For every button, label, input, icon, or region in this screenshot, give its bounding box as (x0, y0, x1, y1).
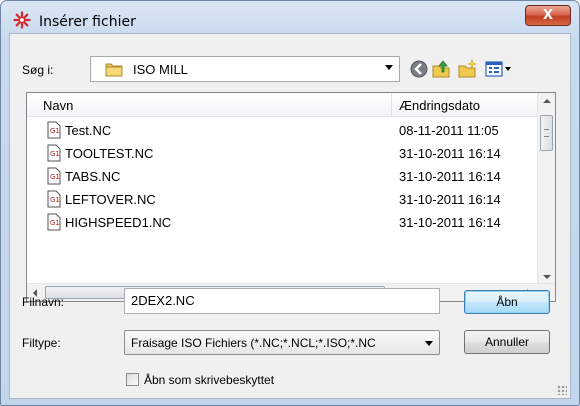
vertical-scroll-thumb[interactable] (540, 115, 553, 151)
title-bar[interactable]: Insérer fichier X (1, 1, 579, 33)
file-name: Test.NC (65, 123, 112, 138)
look-in-value: ISO MILL (133, 62, 188, 77)
file-name: HIGHSPEED1.NC (65, 215, 172, 230)
file-row[interactable]: G1 TOOLTEST.NC 31-10-2011 16:14 (27, 142, 537, 164)
svg-text:G1: G1 (50, 127, 60, 135)
vertical-scrollbar[interactable] (537, 93, 555, 285)
file-date: 31-10-2011 16:14 (399, 215, 501, 230)
column-divider[interactable] (391, 93, 392, 117)
resize-grip-icon[interactable] (557, 385, 567, 395)
nc-file-icon: G1 (47, 144, 61, 162)
file-row[interactable]: G1 TABS.NC 31-10-2011 16:14 (27, 165, 537, 187)
chevron-down-icon (425, 341, 433, 346)
nc-file-icon: G1 (47, 167, 61, 185)
file-date: 31-10-2011 16:14 (399, 192, 501, 207)
window-title: Insérer fichier (39, 14, 136, 30)
column-header-row: Navn Ændringsdato (27, 93, 537, 117)
nc-file-icon: G1 (47, 190, 61, 208)
chevron-down-icon (385, 65, 393, 70)
file-name: LEFTOVER.NC (65, 192, 156, 207)
filetype-label: Filtype: (22, 336, 61, 350)
column-header-name[interactable]: Navn (43, 98, 73, 113)
svg-text:G1: G1 (50, 196, 60, 204)
scroll-up-icon[interactable] (543, 99, 551, 103)
column-header-date[interactable]: Ændringsdato (399, 98, 480, 113)
file-date: 31-10-2011 16:14 (399, 169, 501, 184)
back-icon[interactable] (408, 58, 430, 80)
file-row[interactable]: G1 LEFTOVER.NC 31-10-2011 16:14 (27, 188, 537, 210)
folder-icon (105, 61, 123, 77)
file-name: TOOLTEST.NC (65, 146, 154, 161)
readonly-checkbox[interactable] (126, 373, 139, 386)
file-date: 31-10-2011 16:14 (399, 146, 501, 161)
up-folder-icon[interactable] (430, 58, 452, 80)
look-in-dropdown[interactable]: ISO MILL (90, 56, 400, 82)
close-button[interactable]: X (525, 5, 571, 26)
file-date: 08-11-2011 11:05 (399, 123, 499, 138)
cancel-button[interactable]: Annuller (464, 330, 550, 354)
file-list: Navn Ændringsdato G1 Test.NC 08-11-2011 … (26, 92, 556, 302)
filename-label: Filnavn: (22, 295, 65, 309)
filetype-value: Fraisage ISO Fichiers (*.NC;*.NCL;*.ISO;… (131, 336, 376, 350)
scroll-down-icon[interactable] (543, 275, 551, 279)
nc-file-icon: G1 (47, 213, 61, 231)
file-row[interactable]: G1 HIGHSPEED1.NC 31-10-2011 16:14 (27, 211, 537, 233)
readonly-label[interactable]: Åbn som skrivebeskyttet (144, 373, 274, 387)
app-logo-icon (13, 11, 31, 29)
insert-file-dialog: Insérer fichier X Søg i: ISO MILL Navn Æ… (0, 0, 580, 406)
open-button[interactable]: Åbn (464, 290, 550, 314)
svg-text:G1: G1 (50, 219, 60, 227)
file-row[interactable]: G1 Test.NC 08-11-2011 11:05 (27, 119, 537, 141)
filetype-select[interactable]: Fraisage ISO Fichiers (*.NC;*.NCL;*.ISO;… (124, 330, 440, 355)
new-folder-icon[interactable] (456, 58, 478, 80)
look-in-label: Søg i: (22, 63, 54, 77)
view-menu-icon[interactable] (484, 58, 514, 80)
dialog-body: Søg i: ISO MILL Navn Ændringsdato G1 Tes… (9, 33, 571, 399)
svg-text:G1: G1 (50, 150, 60, 158)
file-name: TABS.NC (65, 169, 121, 184)
svg-text:G1: G1 (50, 173, 60, 181)
nc-file-icon: G1 (47, 121, 61, 139)
filename-field[interactable]: 2DEX2.NC (124, 288, 440, 314)
